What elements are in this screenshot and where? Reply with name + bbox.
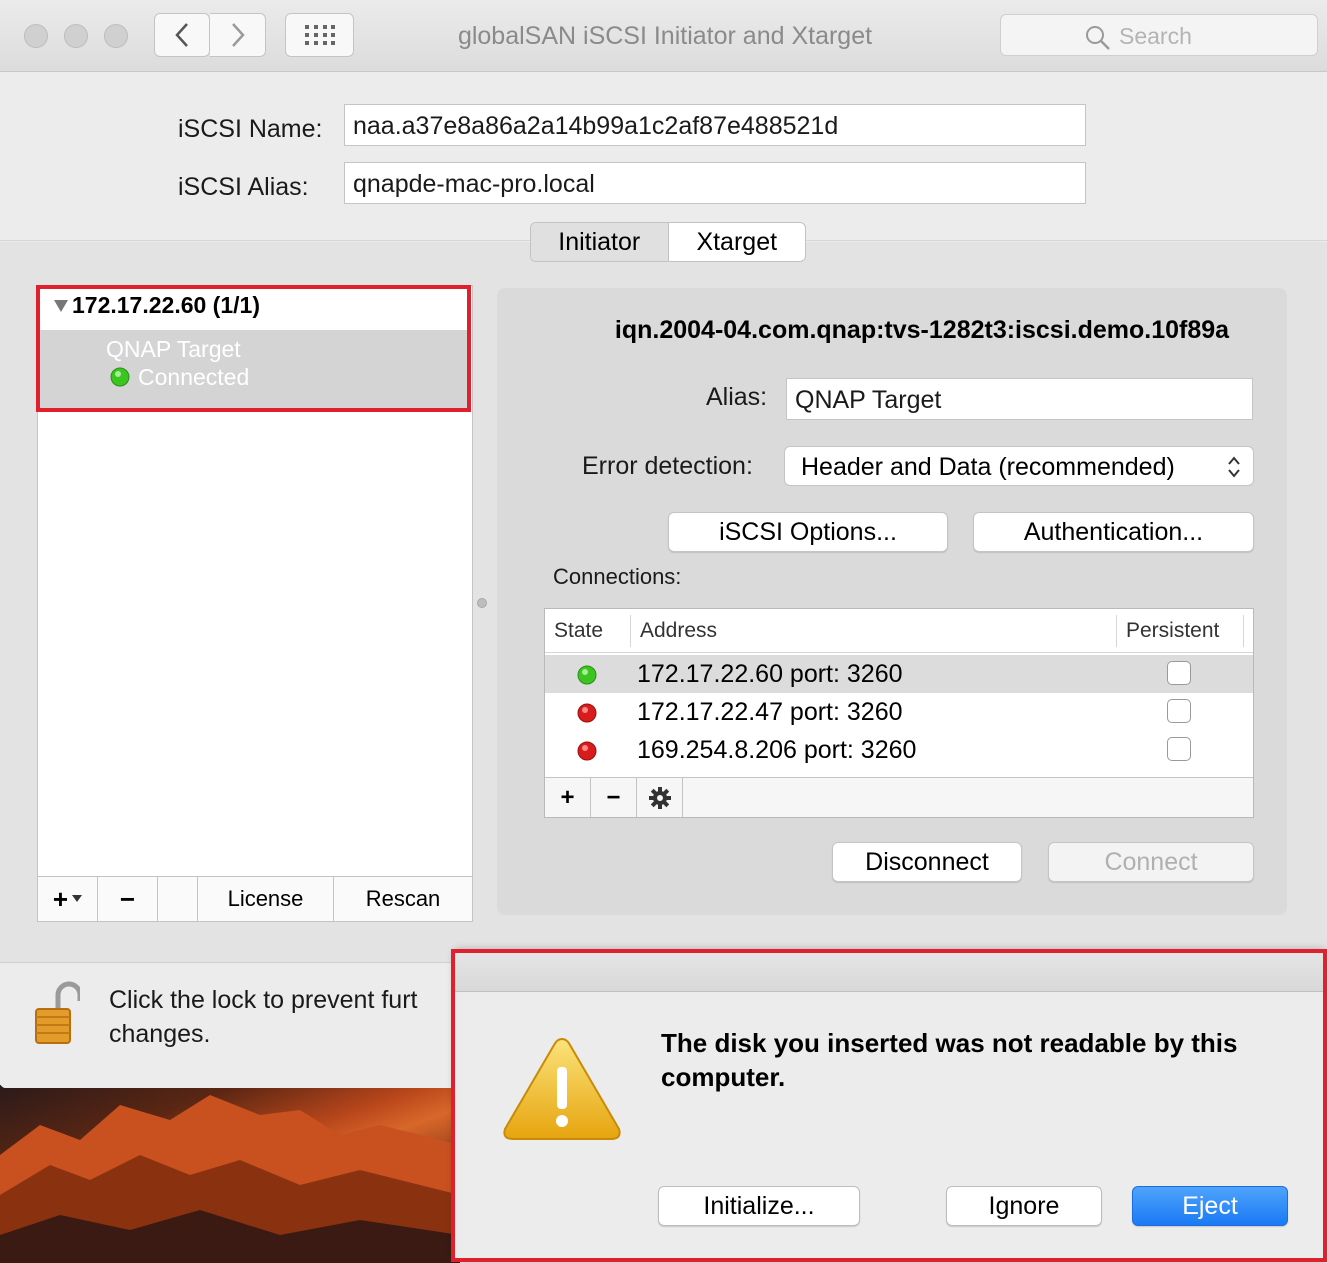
target-alias-field[interactable]: QNAP Target — [786, 378, 1253, 420]
lock-message-line1: Click the lock to prevent furt — [109, 986, 418, 1014]
iscsi-alias-label: iSCSI Alias: — [178, 173, 309, 201]
target-item[interactable]: QNAP Target Connected — [40, 330, 470, 408]
connection-address: 172.17.22.60 port: 3260 — [637, 660, 903, 688]
rescan-button[interactable]: Rescan — [334, 877, 472, 921]
connection-settings-button[interactable] — [637, 778, 683, 817]
connection-address: 172.17.22.47 port: 3260 — [637, 698, 903, 726]
remove-connection-button[interactable]: − — [591, 778, 637, 817]
target-tree: 172.17.22.60 (1/1) QNAP Target Connected — [37, 285, 473, 877]
connection-row[interactable]: 172.17.22.47 port: 3260 — [545, 693, 1253, 731]
chevron-left-icon — [175, 23, 188, 47]
error-detection-label: Error detection: — [582, 452, 753, 480]
mode-tabs: Initiator Xtarget — [530, 222, 806, 262]
connection-row[interactable]: 172.17.22.60 port: 3260 — [545, 655, 1253, 693]
ignore-button[interactable]: Ignore — [946, 1186, 1102, 1226]
search-field[interactable]: Search — [1000, 14, 1318, 56]
main-window: globalSAN iSCSI Initiator and Xtarget Se… — [0, 0, 1327, 1088]
alias-label: Alias: — [706, 383, 768, 411]
desktop-wallpaper — [0, 1085, 460, 1263]
connections-table: State Address Persistent 172.17.22.60 po… — [544, 608, 1254, 818]
authentication-button[interactable]: Authentication... — [973, 512, 1254, 552]
identity-section: iSCSI Name: naa.a37e8a86a2a14b99a1c2af87… — [0, 73, 1327, 241]
iscsi-name-label: iSCSI Name: — [178, 115, 323, 143]
minimize-window-button[interactable] — [64, 24, 88, 48]
persistent-checkbox[interactable] — [1167, 661, 1191, 685]
iscsi-options-button[interactable]: iSCSI Options... — [668, 512, 948, 552]
chevron-right-icon — [231, 23, 245, 47]
connection-address: 169.254.8.206 port: 3260 — [637, 736, 917, 764]
updown-chevron-icon — [1228, 456, 1240, 478]
red-status-icon — [577, 741, 597, 761]
disconnect-button[interactable]: Disconnect — [832, 842, 1022, 882]
eject-button[interactable]: Eject — [1132, 1186, 1288, 1226]
license-button[interactable]: License — [198, 877, 334, 921]
error-detection-value: Header and Data (recommended) — [801, 453, 1175, 481]
connections-toolbar: + − — [545, 777, 1253, 817]
persistent-checkbox[interactable] — [1167, 699, 1191, 723]
lock-message: Click the lock to prevent furt changes. — [109, 983, 417, 1051]
connection-row[interactable]: 169.254.8.206 port: 3260 — [545, 731, 1253, 769]
tab-xtarget[interactable]: Xtarget — [669, 223, 806, 261]
target-status: Connected — [138, 364, 250, 390]
remove-button[interactable]: − — [98, 877, 158, 921]
initialize-button[interactable]: Initialize... — [658, 1186, 860, 1226]
tree-toolbar: + − License Rescan — [37, 876, 473, 922]
connected-status-icon — [110, 367, 130, 387]
red-status-icon — [577, 703, 597, 723]
toolbar-spacer — [158, 877, 198, 921]
connect-button[interactable]: Connect — [1048, 842, 1254, 882]
unlocked-padlock-icon[interactable] — [34, 981, 80, 1045]
alert-dialog: The disk you inserted was not readable b… — [455, 950, 1325, 1261]
split-handle[interactable] — [477, 598, 487, 608]
portal-item[interactable]: 172.17.22.60 (1/1) — [72, 292, 260, 319]
dropdown-arrow-icon — [72, 895, 83, 902]
column-address[interactable]: Address — [640, 619, 717, 643]
target-name: QNAP Target — [106, 336, 241, 362]
search-placeholder: Search — [1119, 23, 1192, 49]
persistent-checkbox[interactable] — [1167, 737, 1191, 761]
tab-initiator[interactable]: Initiator — [531, 223, 669, 261]
add-menu-button[interactable]: + — [38, 877, 98, 921]
forward-button[interactable] — [210, 13, 266, 57]
disclosure-triangle-icon[interactable] — [54, 300, 68, 312]
column-state[interactable]: State — [554, 619, 603, 643]
dialog-titlebar — [455, 950, 1325, 992]
titlebar: globalSAN iSCSI Initiator and Xtarget Se… — [0, 0, 1327, 72]
gear-icon — [648, 786, 671, 809]
connections-table-header: State Address Persistent — [545, 609, 1253, 653]
close-window-button[interactable] — [24, 24, 48, 48]
show-all-button[interactable] — [285, 13, 354, 57]
search-icon — [1086, 26, 1110, 50]
lock-section: Click the lock to prevent furt changes. — [0, 962, 460, 1088]
window-title: globalSAN iSCSI Initiator and Xtarget — [457, 22, 873, 50]
dialog-message: The disk you inserted was not readable b… — [661, 1028, 1238, 1092]
add-connection-button[interactable]: + — [545, 778, 591, 817]
target-iqn: iqn.2004-04.com.qnap:tvs-1282t3:iscsi.de… — [614, 316, 1230, 344]
warning-icon — [503, 1037, 621, 1140]
connections-label: Connections: — [553, 564, 682, 589]
grid-icon — [304, 25, 335, 45]
lock-message-line2: changes. — [109, 1020, 211, 1048]
iscsi-name-field[interactable]: naa.a37e8a86a2a14b99a1c2af87e488521d — [344, 104, 1086, 146]
back-button[interactable] — [154, 13, 210, 57]
iscsi-alias-field[interactable]: qnapde-mac-pro.local — [344, 162, 1086, 204]
add-label: + — [52, 883, 69, 914]
column-persistent[interactable]: Persistent — [1126, 619, 1219, 643]
error-detection-select[interactable]: Header and Data (recommended) — [784, 446, 1254, 486]
green-status-icon — [577, 665, 597, 685]
zoom-window-button[interactable] — [104, 24, 128, 48]
target-detail-panel: iqn.2004-04.com.qnap:tvs-1282t3:iscsi.de… — [497, 288, 1287, 915]
